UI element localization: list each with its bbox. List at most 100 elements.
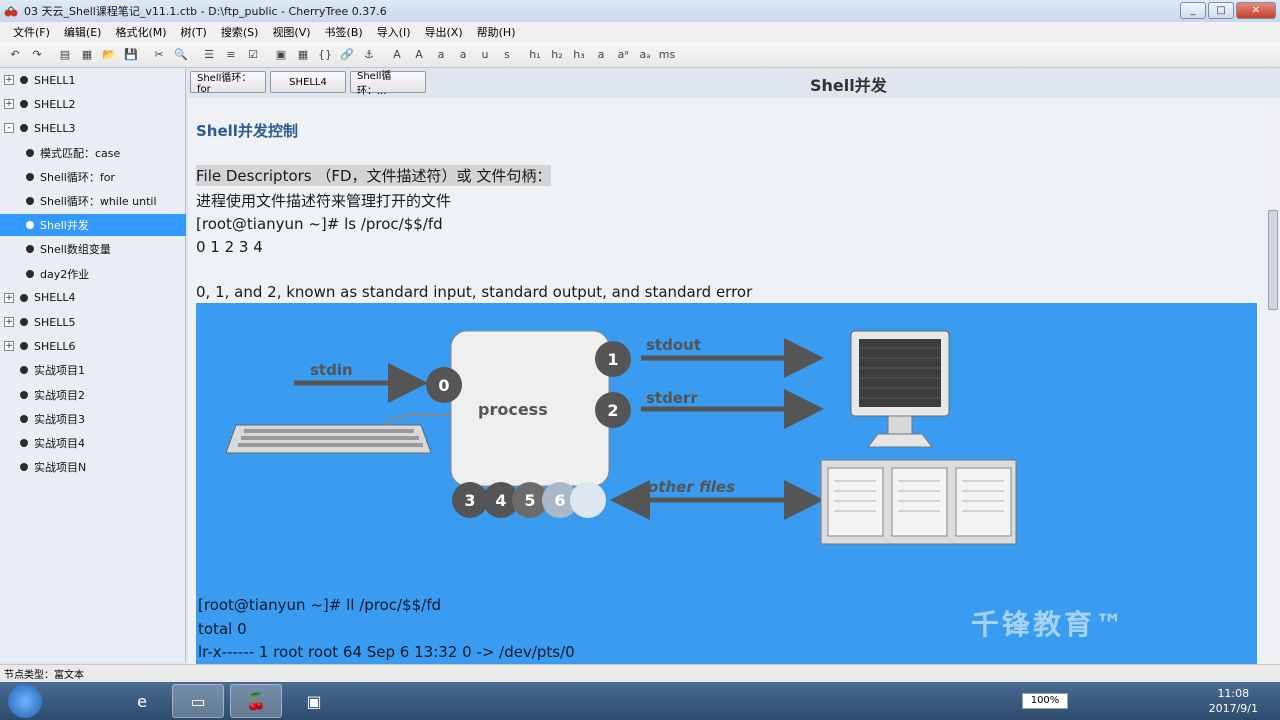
tree-node[interactable]: Shell循环：for: [0, 166, 186, 188]
table-icon[interactable]: ▦: [294, 46, 312, 64]
menu-export[interactable]: 导出(X): [418, 24, 470, 40]
new-child-icon[interactable]: ▦: [78, 46, 96, 64]
h1-icon[interactable]: h₁: [526, 46, 544, 64]
tree-node-label: Shell并发: [40, 219, 89, 233]
superscript-icon[interactable]: aᵃ: [614, 46, 632, 64]
process-label: process: [478, 400, 548, 419]
maximize-button[interactable]: □: [1208, 2, 1234, 19]
bold-icon[interactable]: a: [432, 46, 450, 64]
menu-search[interactable]: 搜索(S): [214, 24, 266, 40]
folder-open-icon[interactable]: 📂: [100, 46, 118, 64]
menu-bookmarks[interactable]: 书签(B): [318, 24, 370, 40]
anchor-icon[interactable]: ⚓: [360, 46, 378, 64]
tree-expander-icon[interactable]: +: [4, 341, 14, 352]
tab-shell-loop[interactable]: Shell循环：...: [350, 71, 426, 97]
italic-icon[interactable]: a: [454, 46, 472, 64]
menu-file[interactable]: 文件(F): [6, 24, 57, 40]
tree-node[interactable]: + SHELL4: [0, 287, 186, 309]
cut-icon[interactable]: ✂: [150, 46, 168, 64]
node-bullet-icon: [20, 414, 28, 423]
fd-2-label: 2: [607, 401, 618, 420]
tree-expander-icon[interactable]: +: [4, 292, 14, 303]
tree-node[interactable]: 实战项目4: [0, 432, 186, 454]
tree-expander-icon[interactable]: +: [4, 75, 14, 85]
tree-node[interactable]: + SHELL1: [0, 69, 186, 91]
menu-edit[interactable]: 编辑(E): [57, 24, 109, 40]
content-line-desc: 进程使用文件描述符来管理打开的文件: [196, 192, 452, 210]
small-icon[interactable]: a: [592, 46, 610, 64]
tree-node-label: 实战项目3: [34, 412, 85, 426]
tree-node-label: Shell循环：for: [40, 170, 115, 184]
tree-node[interactable]: 模式匹配：case: [0, 142, 186, 164]
codebox-icon[interactable]: {}: [316, 46, 334, 64]
taskbar-app-icon[interactable]: ▣: [288, 684, 340, 718]
tree-expander-icon[interactable]: +: [4, 317, 14, 327]
system-clock[interactable]: 11:08 2017/9/1: [1209, 686, 1258, 716]
link-icon[interactable]: 🔗: [338, 46, 356, 64]
tree-node[interactable]: - SHELL3: [0, 117, 186, 139]
taskbar-cherrytree-icon[interactable]: 🍒: [230, 684, 282, 718]
tree-node[interactable]: 实战项目N: [0, 456, 186, 478]
menu-help[interactable]: 帮助(H): [470, 24, 523, 40]
subscript-icon[interactable]: aₐ: [636, 46, 654, 64]
node-bullet-icon: [20, 342, 28, 351]
recent-nodes-bar: Shell循环：for SHELL4 Shell循环：...: [188, 68, 1268, 97]
keyboard-icon: [225, 413, 456, 454]
menu-format[interactable]: 格式化(M): [108, 24, 173, 40]
strikethrough-icon[interactable]: s: [498, 46, 516, 64]
taskbar-browser-icon[interactable]: e: [116, 684, 168, 718]
other-files-label: other files: [648, 478, 735, 496]
node-bullet-icon: [26, 221, 34, 230]
tree-node[interactable]: day2作业: [0, 263, 186, 285]
node-bullet-icon: [20, 100, 28, 109]
node-bullet-icon: [20, 318, 28, 326]
fd-4-label: 4: [495, 491, 506, 510]
tree-node[interactable]: + SHELL2: [0, 93, 186, 115]
monospace-icon[interactable]: ms: [658, 46, 676, 64]
todo-list-icon[interactable]: ☑: [244, 46, 262, 64]
redo-icon[interactable]: ↷: [28, 46, 46, 64]
color-fg-icon[interactable]: A: [388, 46, 406, 64]
search-icon[interactable]: 🔍: [172, 46, 190, 64]
tree-node[interactable]: + SHELL5: [0, 311, 186, 333]
new-node-icon[interactable]: ▤: [56, 46, 74, 64]
tree-node-label: day2作业: [40, 267, 90, 281]
start-button[interactable]: [8, 684, 42, 718]
tree-expander-icon[interactable]: -: [4, 123, 14, 134]
tree-expander-icon[interactable]: +: [4, 99, 14, 110]
tree-node[interactable]: 实战项目1: [0, 359, 186, 381]
numbered-list-icon[interactable]: ≡: [222, 46, 240, 64]
tree-node[interactable]: Shell数组变量: [0, 238, 186, 260]
save-icon[interactable]: 💾: [122, 46, 140, 64]
h3-icon[interactable]: h₃: [570, 46, 588, 64]
content-heading: Shell并发控制: [196, 122, 298, 140]
tree-node[interactable]: + SHELL6: [0, 335, 186, 357]
color-bg-icon[interactable]: A: [410, 46, 428, 64]
menu-tree[interactable]: 树(T): [174, 24, 214, 40]
menu-view[interactable]: 视图(V): [265, 24, 317, 40]
minimize-button[interactable]: _: [1180, 2, 1206, 19]
tab-shell4[interactable]: SHELL4: [270, 71, 346, 93]
menu-import[interactable]: 导入(I): [370, 24, 418, 40]
undo-icon[interactable]: ↶: [6, 46, 24, 64]
rich-text-editor[interactable]: Shell并发控制 File Descriptors （FD，文件描述符）或 文…: [188, 98, 1266, 664]
zoom-indicator[interactable]: 100%: [1022, 693, 1068, 709]
tree-node[interactable]: Shell循环：while until: [0, 190, 186, 212]
h2-icon[interactable]: h₂: [548, 46, 566, 64]
bullet-list-icon[interactable]: ☰: [200, 46, 218, 64]
fd-6-label: 6: [554, 491, 565, 510]
scroll-thumb[interactable]: [1268, 210, 1278, 310]
editor-scrollbar[interactable]: [1266, 98, 1280, 664]
underline-icon[interactable]: u: [476, 46, 494, 64]
taskbar-terminal-icon[interactable]: ▭: [172, 684, 224, 718]
tree-node[interactable]: 实战项目3: [0, 408, 186, 430]
node-bullet-icon: [26, 172, 34, 181]
tree-node-label: 实战项目4: [34, 437, 85, 450]
content-line-fd0: lr-x------ 1 root root 64 Sep 6 13:32 0 …: [198, 643, 575, 661]
tree-node[interactable]: 实战项目2: [0, 384, 186, 406]
tree-node[interactable]: Shell并发: [0, 214, 186, 237]
tab-shell-for[interactable]: Shell循环：for: [190, 71, 266, 95]
close-button[interactable]: ✕: [1236, 2, 1276, 19]
image-icon[interactable]: ▣: [272, 46, 290, 64]
node-bullet-icon: [20, 439, 28, 447]
